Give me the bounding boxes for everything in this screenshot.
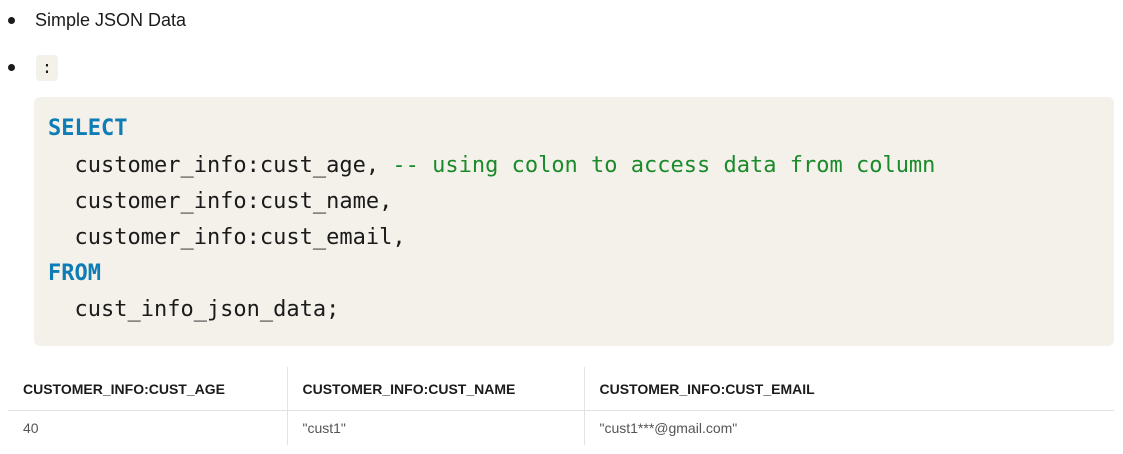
- code-text: customer_info:cust_email,: [48, 225, 406, 250]
- result-table: CUSTOMER_INFO:CUST_AGE CUSTOMER_INFO:CUS…: [8, 367, 1114, 445]
- bullet-dot-icon: [8, 64, 15, 71]
- keyword-from: FROM: [48, 261, 101, 286]
- code-line-select: SELECT: [48, 112, 127, 146]
- code-line-table-name: cust_info_json_data;: [48, 293, 339, 327]
- table-cell-cust-name: "cust1": [287, 410, 585, 445]
- table-body: 40 "cust1" "cust1***@gmail.com": [8, 410, 1114, 445]
- code-line-from: FROM: [48, 257, 101, 291]
- table-header-row: CUSTOMER_INFO:CUST_AGE CUSTOMER_INFO:CUS…: [8, 367, 1114, 411]
- table-cell-cust-age: 40: [8, 410, 288, 445]
- code-line-cust-email: customer_info:cust_email,: [48, 221, 406, 255]
- column-header-cust-email: CUSTOMER_INFO:CUST_EMAIL: [584, 367, 1114, 411]
- table-cell-cust-email: "cust1***@gmail.com": [599, 420, 738, 436]
- code-block: SELECT customer_info:cust_age, -- using …: [34, 97, 1114, 346]
- code-line-cust-age: customer_info:cust_age, -- using colon t…: [48, 149, 935, 183]
- code-text: customer_info:cust_name,: [48, 189, 393, 214]
- table-header: CUSTOMER_INFO:CUST_AGE CUSTOMER_INFO:CUS…: [8, 367, 1114, 411]
- table-row: 40 "cust1" "cust1***@gmail.com": [8, 410, 1114, 445]
- code-line-cust-name: customer_info:cust_name,: [48, 185, 392, 219]
- column-header-cust-name: CUSTOMER_INFO:CUST_NAME: [287, 367, 585, 411]
- bullet-text: Simple JSON Data: [35, 10, 187, 30]
- code-text: customer_info:cust_age,: [48, 153, 393, 178]
- inline-code-colon: :: [36, 55, 58, 81]
- code-comment: -- using colon to access data from colum…: [392, 153, 936, 178]
- bullet-dot-icon: [8, 17, 15, 24]
- code-text: cust_info_json_data;: [48, 297, 340, 322]
- column-header-cust-age: CUSTOMER_INFO:CUST_AGE: [8, 367, 288, 411]
- keyword-select: SELECT: [48, 116, 128, 141]
